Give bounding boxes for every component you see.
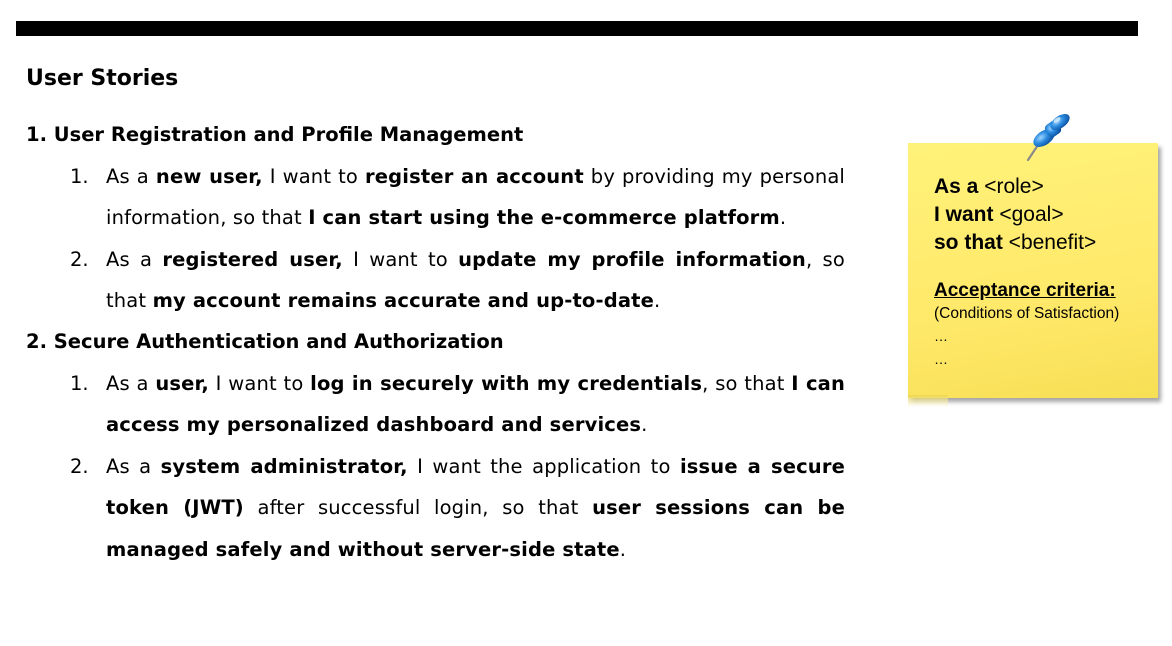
story-number: 1.: [70, 165, 89, 188]
story-item: 2. As a system administrator, I want the…: [70, 446, 845, 570]
note-ellipsis: …: [934, 328, 948, 344]
story-number: 1.: [70, 372, 89, 395]
top-bar: [16, 21, 1138, 36]
story-item: 1. As a user, I want to log in securely …: [70, 363, 845, 446]
story-item: 1. As a new user, I want to register an …: [70, 156, 845, 239]
story-text: As a user, I want to log in securely wit…: [106, 372, 845, 437]
note-line-role: As a <role>: [934, 175, 1044, 198]
story-text: As a new user, I want to register an acc…: [106, 165, 845, 230]
note-line-goal: I want <goal>: [934, 203, 1064, 226]
note-line-benefit: so that <benefit>: [934, 231, 1097, 254]
slide: User Stories 1. User Registration and Pr…: [0, 0, 1172, 646]
story-number: 2.: [70, 248, 89, 271]
story-number: 2.: [70, 455, 89, 478]
push-pin-icon: [1026, 114, 1070, 162]
note-curl: [908, 395, 948, 407]
section-title-authentication: 2. Secure Authentication and Authorizati…: [26, 330, 504, 353]
note-ellipsis: …: [934, 351, 948, 367]
page-title: User Stories: [26, 66, 179, 91]
story-text: As a registered user, I want to update m…: [106, 248, 845, 313]
story-item: 2. As a registered user, I want to updat…: [70, 239, 845, 322]
note-conditions: (Conditions of Satisfaction): [934, 305, 1120, 322]
story-text: As a system administrator, I want the ap…: [106, 455, 845, 561]
section-title-registration: 1. User Registration and Profile Managem…: [26, 123, 524, 146]
note-acceptance-criteria: Acceptance criteria:: [934, 280, 1116, 301]
sticky-note: As a <role> I want <goal> so that <benef…: [908, 143, 1158, 407]
